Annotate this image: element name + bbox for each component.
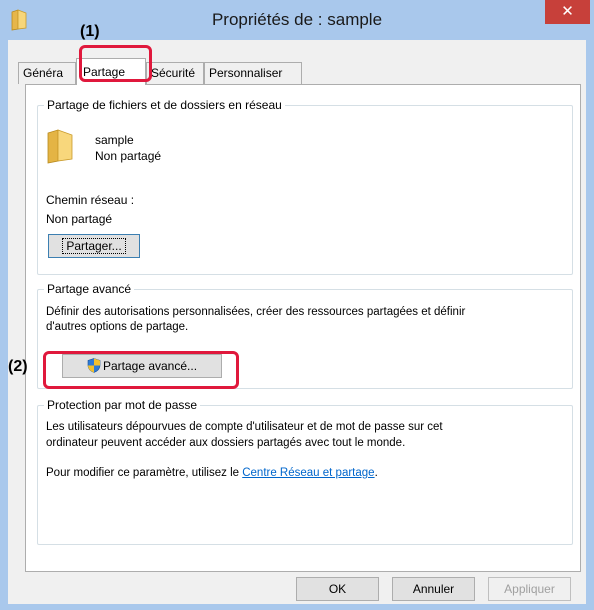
close-icon[interactable]: ✕: [545, 0, 590, 24]
advanced-sharing-description-1: Définir des autorisations personnalisées…: [46, 306, 466, 318]
dialog-body: Généra Partage Sécurité Personnaliser Pa…: [8, 40, 586, 604]
tab-security[interactable]: Sécurité: [146, 62, 204, 84]
password-description-1: Les utilisateurs dépourvues de compte d'…: [46, 421, 443, 433]
step1-highlight: [79, 45, 152, 82]
password-protection-group: Protection par mot de passe Les utilisat…: [37, 397, 573, 545]
share-button[interactable]: Partager...: [48, 234, 140, 258]
ok-button[interactable]: OK: [296, 577, 379, 601]
network-center-link[interactable]: Centre Réseau et partage: [242, 467, 374, 479]
step2-highlight: [43, 351, 239, 389]
change-text-end: .: [374, 467, 378, 479]
change-text: Pour modifier ce paramètre, utilisez le: [46, 467, 243, 479]
share-button-label: Partager...: [62, 238, 126, 254]
properties-window: Propriétés de : sample ✕ Généra Partage …: [0, 0, 594, 610]
sharing-tab-panel: Partage de fichiers et de dossiers en ré…: [25, 84, 581, 572]
advanced-sharing-description-2: d'autres options de partage.: [46, 321, 189, 333]
password-description-2: ordinateur peuvent accéder aux dossiers …: [46, 437, 406, 449]
network-path-label: Chemin réseau :: [46, 193, 135, 207]
group-title: Protection par mot de passe: [44, 397, 201, 413]
tab-general[interactable]: Généra: [18, 62, 76, 84]
group-title: Partage avancé: [44, 281, 135, 297]
group-title: Partage de fichiers et de dossiers en ré…: [44, 97, 285, 113]
network-sharing-group: Partage de fichiers et de dossiers en ré…: [37, 97, 573, 275]
folder-icon: [46, 128, 74, 167]
step1-label: (1): [80, 23, 100, 40]
apply-button[interactable]: Appliquer: [488, 577, 571, 601]
cancel-button[interactable]: Annuler: [392, 577, 475, 601]
step2-label: (2): [8, 358, 28, 375]
tab-customize[interactable]: Personnaliser: [204, 62, 302, 84]
folder-name: sample: [95, 133, 134, 147]
folder-status: Non partagé: [95, 149, 162, 163]
password-change-text: Pour modifier ce paramètre, utilisez le …: [46, 467, 378, 479]
network-path-value: Non partagé: [46, 212, 113, 226]
